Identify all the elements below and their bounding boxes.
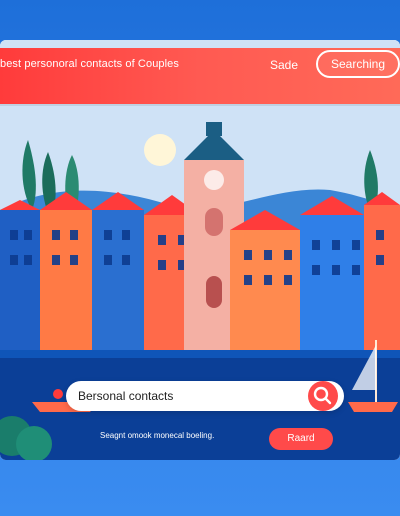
search-icon <box>313 386 332 405</box>
nav-link[interactable]: Sade <box>270 58 298 72</box>
building <box>300 215 364 350</box>
church-clock <box>204 170 224 190</box>
page-title: best personoral contacts of Couples <box>0 58 179 70</box>
building <box>230 230 300 350</box>
browser-window: best personoral contacts of Couples Sade… <box>0 40 400 460</box>
read-button[interactable]: Raard <box>269 428 333 450</box>
building <box>92 210 144 350</box>
header-search-button[interactable]: Searching <box>316 50 400 78</box>
building <box>364 205 400 350</box>
church-spire <box>206 122 222 136</box>
church-window <box>205 208 223 236</box>
quay <box>0 350 400 358</box>
sailboat <box>348 402 398 412</box>
building <box>0 210 40 350</box>
search-bar[interactable]: Bersonal contacts <box>66 381 344 411</box>
person <box>53 389 63 399</box>
search-button[interactable] <box>308 381 338 411</box>
church-door <box>206 276 222 308</box>
search-input-value[interactable]: Bersonal contacts <box>78 389 173 403</box>
building <box>40 210 92 350</box>
subtext: Seagnt omook monecal boeling. <box>100 431 215 440</box>
sun-icon <box>144 134 176 166</box>
